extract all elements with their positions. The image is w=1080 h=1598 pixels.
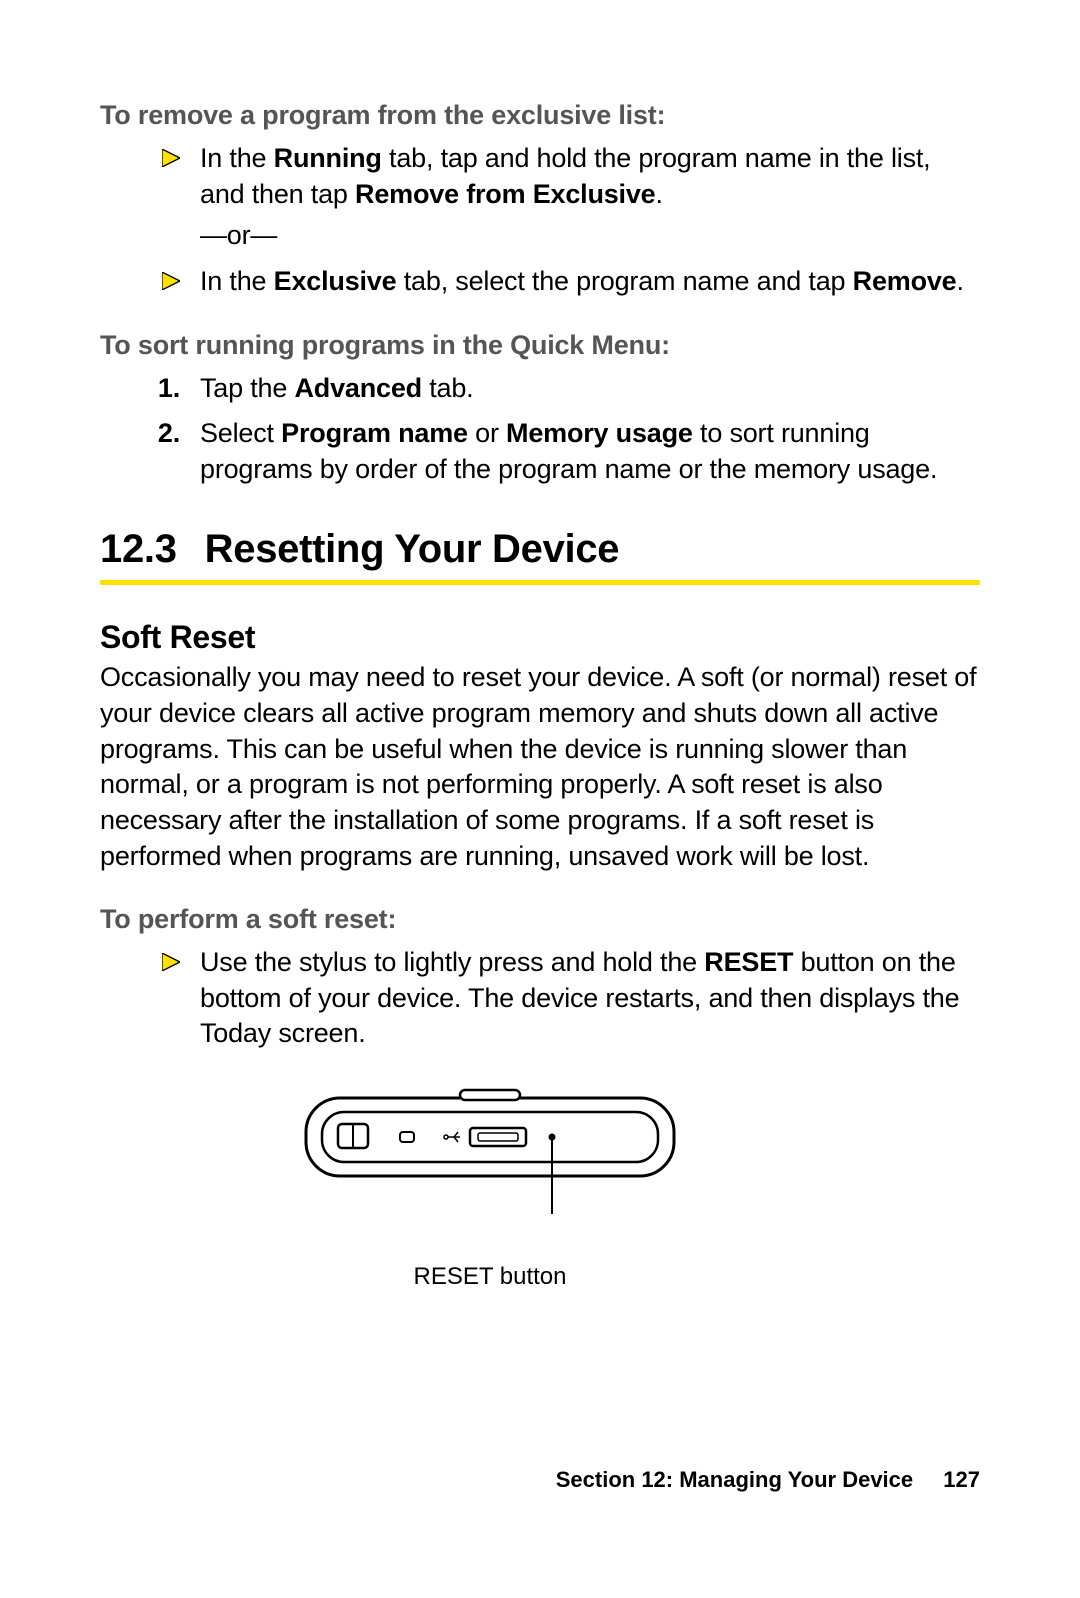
bullet-item: In the Exclusive tab, select the program… (100, 264, 980, 300)
numbered-item: 2. Select Program name or Memory usage t… (100, 416, 980, 487)
document-page: To remove a program from the exclusive l… (0, 0, 1080, 1598)
bullet-text: In the Running tab, tap and hold the pro… (200, 141, 980, 254)
triangle-bullet-icon (120, 264, 200, 300)
device-bottom-illustration (300, 1082, 680, 1222)
section-number: 12.3 (100, 527, 177, 572)
page-footer: Section 12: Managing Your Device 127 (556, 1467, 980, 1493)
triangle-bullet-icon (120, 945, 200, 1052)
subhead-remove-exclusive: To remove a program from the exclusive l… (100, 100, 980, 131)
bullet-list-remove-exclusive: In the Running tab, tap and hold the pro… (100, 141, 980, 300)
numbered-list-sort: 1. Tap the Advanced tab. 2. Select Progr… (100, 371, 980, 488)
step-text: Select Program name or Memory usage to s… (200, 416, 980, 487)
bullet-text: Use the stylus to lightly press and hold… (200, 945, 980, 1052)
footer-page-number: 127 (943, 1467, 980, 1492)
subhead-perform-soft-reset: To perform a soft reset: (100, 904, 980, 935)
section-heading: 12.3 Resetting Your Device (100, 527, 980, 585)
subhead-sort-quick-menu: To sort running programs in the Quick Me… (100, 330, 980, 361)
step-text: Tap the Advanced tab. (200, 371, 980, 407)
heading-soft-reset: Soft Reset (100, 619, 980, 656)
figure-caption: RESET button (300, 1263, 680, 1291)
bullet-item: In the Running tab, tap and hold the pro… (100, 141, 980, 254)
step-number: 2. (120, 416, 200, 487)
device-bottom-figure: RESET button (300, 1082, 680, 1291)
step-number: 1. (120, 371, 200, 407)
numbered-item: 1. Tap the Advanced tab. (100, 371, 980, 407)
section-title: Resetting Your Device (205, 527, 620, 572)
bullet-list-soft-reset: Use the stylus to lightly press and hold… (100, 945, 980, 1052)
bullet-item: Use the stylus to lightly press and hold… (100, 945, 980, 1052)
footer-section-label: Section 12: Managing Your Device (556, 1467, 913, 1492)
triangle-bullet-icon (120, 141, 200, 254)
bullet-text: In the Exclusive tab, select the program… (200, 264, 980, 300)
or-divider: —or— (200, 218, 980, 254)
body-soft-reset: Occasionally you may need to reset your … (100, 660, 980, 874)
